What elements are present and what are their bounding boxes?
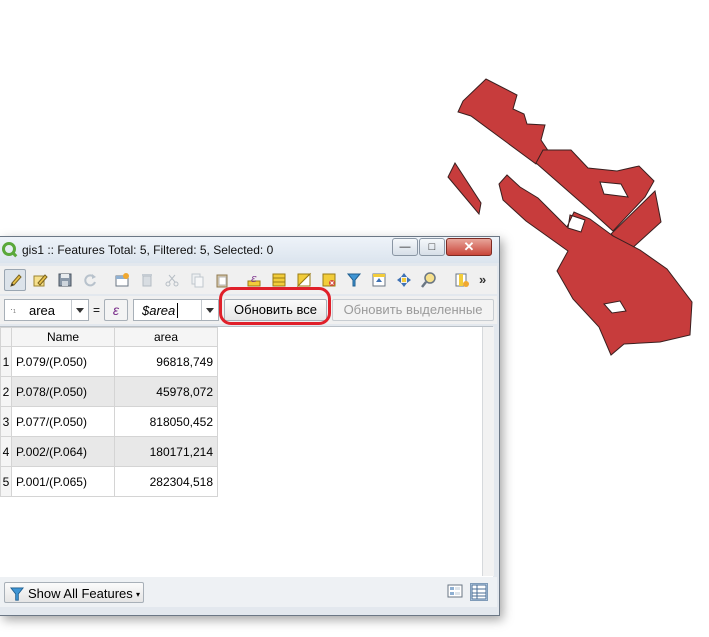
field-select[interactable]: ·₁ area [4,299,89,321]
row-number[interactable]: 5 [0,466,12,497]
reload-button[interactable] [79,269,101,291]
field-select-value: area [29,303,56,318]
zoom-to-selection-button[interactable] [418,269,440,291]
move-selection-to-top-button[interactable] [368,269,390,291]
row-number[interactable]: 1 [0,346,12,377]
column-header-area[interactable]: area [114,327,218,347]
delete-feature-button[interactable] [136,269,158,291]
update-selected-button[interactable]: Обновить выделенные [332,299,494,321]
chevron-down-icon[interactable] [201,300,218,320]
form-view-icon [447,584,463,598]
new-field-icon [455,273,469,287]
table-row[interactable]: 2 P.078/(P.050) 45978,072 [0,376,218,407]
qgis-logo-icon [2,242,16,256]
vertical-scrollbar[interactable] [482,327,494,576]
table-row[interactable]: 3 P.077/(P.050) 818050,452 [0,406,218,437]
row-number[interactable]: 4 [0,436,12,467]
feature-table: Name area 1 P.079/(P.050) 96818,749 2 P.… [0,327,218,497]
invert-selection-icon [296,272,312,288]
close-button[interactable]: ✕ [446,238,492,256]
chevron-down-icon[interactable] [71,300,88,320]
filter-icon [10,587,24,601]
reload-icon [84,274,96,287]
filter-selection-icon [346,273,362,287]
expression-value: $area [142,303,179,318]
toolbar-overflow-icon[interactable]: » [479,272,486,287]
paste-icon [216,274,228,288]
table-row[interactable]: 1 P.079/(P.050) 96818,749 [0,346,218,377]
table-row[interactable]: 4 P.002/(P.064) 180171,214 [0,436,218,467]
cell-name[interactable]: P.077/(P.050) [11,406,115,437]
add-feature-icon [115,273,129,287]
maximize-icon: □ [428,241,436,253]
corner-header[interactable] [0,327,12,347]
table-view-icon [471,584,487,600]
column-header-name[interactable]: Name [11,327,115,347]
minimize-button[interactable]: — [392,238,418,256]
deselect-all-icon [322,273,336,287]
add-feature-button[interactable] [111,269,133,291]
multi-edit-icon [33,274,48,287]
highlight-annotation [219,287,331,325]
title-bar[interactable]: gis1 :: Features Total: 5, Filtered: 5, … [0,237,499,263]
minimize-icon: — [399,241,411,253]
attribute-table[interactable]: Name area 1 P.079/(P.050) 96818,749 2 P.… [0,326,493,577]
cell-name[interactable]: P.079/(P.050) [11,346,115,377]
delete-feature-icon [142,274,152,287]
cell-name[interactable]: P.078/(P.050) [11,376,115,407]
polygon-parcel-left [447,161,482,216]
copy-button[interactable] [186,269,208,291]
cut-button[interactable] [161,269,183,291]
show-all-features-button[interactable]: Show All Features ▾ [4,582,144,603]
cell-area[interactable]: 818050,452 [114,406,218,437]
bottom-bar: Show All Features ▾ [0,577,497,607]
multi-edit-button[interactable] [29,269,51,291]
pan-to-selection-icon [397,273,411,287]
move-selection-to-top-icon [372,273,386,287]
window-title: gis1 :: Features Total: 5, Filtered: 5, … [22,243,274,257]
filter-selection-button[interactable] [343,269,365,291]
toggle-editing-button[interactable] [4,269,26,291]
save-edits-button[interactable] [54,269,76,291]
show-all-features-label: Show All Features [28,586,133,601]
form-view-button[interactable] [447,583,465,601]
cut-icon [165,274,179,287]
field-type-icon: ·₁ [10,304,17,314]
select-all-icon [272,273,286,287]
expression-builder-button[interactable]: ε [104,299,128,321]
toggle-editing-icon [10,274,22,287]
cell-area[interactable]: 45978,072 [114,376,218,407]
cell-area[interactable]: 96818,749 [114,346,218,377]
cell-area[interactable]: 180171,214 [114,436,218,467]
expression-input[interactable]: $area [133,299,219,321]
expression-select-icon: ε [247,272,261,287]
save-edits-icon [58,273,72,287]
svg-text:ε: ε [251,272,257,285]
zoom-to-selection-icon [421,272,436,288]
row-number[interactable]: 2 [0,376,12,407]
cell-area[interactable]: 282304,518 [114,466,218,497]
dropdown-arrow-icon: ▾ [135,590,140,599]
copy-icon [191,273,204,288]
polygon-parcel-top [457,78,550,165]
equals-label: = [93,303,101,317]
table-view-button[interactable] [470,583,488,601]
table-header-row: Name area [0,327,218,347]
maximize-button[interactable]: □ [419,238,445,256]
table-row[interactable]: 5 P.001/(P.065) 282304,518 [0,466,218,497]
cell-name[interactable]: P.001/(P.065) [11,466,115,497]
new-field-button[interactable] [451,269,473,291]
close-icon: ✕ [463,239,475,254]
pan-to-selection-button[interactable] [393,269,415,291]
cell-name[interactable]: P.002/(P.064) [11,436,115,467]
epsilon-icon: ε [112,302,120,318]
row-number[interactable]: 3 [0,406,12,437]
